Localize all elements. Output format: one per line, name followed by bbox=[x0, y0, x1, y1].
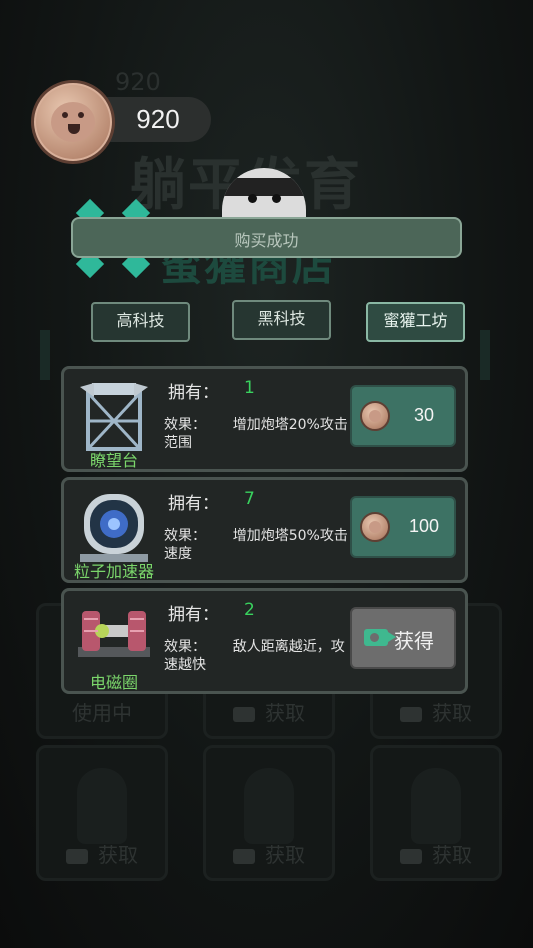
buy-watchtower-button[interactable]: 30 bbox=[350, 385, 456, 447]
background-skin-card: 获取 bbox=[370, 745, 502, 881]
character-figure bbox=[244, 768, 294, 844]
item-card-electromagnetic-coil: 电磁圈 拥有： 2 效果： 敌人距离越近，攻速越快 获得 bbox=[61, 588, 468, 694]
background-card-label: 使用中 bbox=[72, 701, 132, 725]
electromagnetic-coil-icon bbox=[74, 601, 154, 677]
watch-video-get-button[interactable]: 获得 bbox=[350, 607, 456, 669]
video-icon bbox=[233, 707, 255, 722]
character-figure bbox=[411, 768, 461, 844]
background-coin-amount: 920 bbox=[115, 68, 161, 96]
get-label: 获得 bbox=[394, 629, 434, 653]
tab-black-tech[interactable]: 黑科技 bbox=[232, 300, 331, 340]
tab-high-tech[interactable]: 高科技 bbox=[91, 302, 190, 342]
item-name: 电磁圈 bbox=[89, 673, 138, 692]
video-icon bbox=[66, 849, 88, 864]
purchase-success-banner: 购买成功 bbox=[71, 217, 462, 258]
video-icon bbox=[233, 849, 255, 864]
lantern-decoration bbox=[40, 330, 50, 380]
item-card-watchtower: 瞭望台 拥有： 1 效果： 增加炮塔20%攻击范围 30 bbox=[61, 366, 468, 472]
tab-badger-workshop[interactable]: 蜜獾工坊 bbox=[366, 302, 465, 342]
background-skin-card: 获取 bbox=[203, 745, 335, 881]
price: 100 bbox=[408, 516, 440, 536]
owned-label: 拥有： bbox=[168, 494, 219, 514]
video-camera-icon bbox=[364, 629, 396, 646]
coin-amount: 920 bbox=[136, 104, 180, 134]
item-name: 瞭望台 bbox=[89, 451, 138, 470]
item-card-particle-accelerator: 粒子加速器 拥有： 7 效果： 增加炮塔50%攻击速度 100 bbox=[61, 477, 468, 583]
item-name: 粒子加速器 bbox=[73, 562, 154, 581]
item-effect: 效果： 敌人距离越近，攻速越快 bbox=[164, 638, 349, 674]
buy-particle-accelerator-button[interactable]: 100 bbox=[350, 496, 456, 558]
coin-icon bbox=[360, 512, 390, 542]
price: 30 bbox=[413, 405, 435, 425]
background-skin-card: 获取 bbox=[36, 745, 168, 881]
coin-icon bbox=[360, 401, 390, 431]
watchtower-icon bbox=[74, 379, 154, 455]
effect-label: 效果： bbox=[164, 639, 206, 655]
particle-accelerator-icon bbox=[74, 490, 154, 566]
owned-label: 拥有： bbox=[168, 605, 219, 625]
lantern-decoration bbox=[480, 330, 490, 380]
owned-count: 7 bbox=[244, 489, 255, 509]
background-card-label: 获取 bbox=[265, 701, 305, 725]
video-icon bbox=[400, 707, 422, 722]
background-card-label: 获取 bbox=[432, 843, 472, 867]
owned-count: 1 bbox=[244, 378, 255, 398]
item-effect: 效果： 增加炮塔20%攻击范围 bbox=[164, 416, 349, 452]
item-effect: 效果： 增加炮塔50%攻击速度 bbox=[164, 527, 349, 563]
purchase-success-text: 购买成功 bbox=[234, 231, 299, 250]
background-card-label: 获取 bbox=[432, 701, 472, 725]
owned-count: 2 bbox=[244, 600, 255, 620]
effect-label: 效果： bbox=[164, 417, 206, 433]
effect-label: 效果： bbox=[164, 528, 206, 544]
character-figure bbox=[77, 768, 127, 844]
video-icon bbox=[400, 849, 422, 864]
background-card-label: 获取 bbox=[98, 843, 138, 867]
owned-label: 拥有： bbox=[168, 383, 219, 403]
background-card-label: 获取 bbox=[265, 843, 305, 867]
honey-badger-coin-icon bbox=[31, 80, 115, 164]
